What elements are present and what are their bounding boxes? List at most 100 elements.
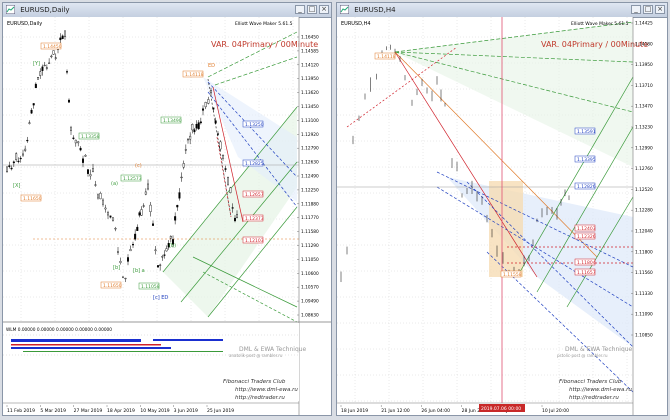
candle-body [131,244,134,246]
candle-body [116,251,119,253]
candle-body [144,191,147,195]
right-chart-window[interactable]: EURUSD,H4 _ □ × 1.14118 1.11558 1.13591 … [336,2,668,416]
left-price-label: 1.12490 [301,174,319,180]
candle-body [126,257,129,262]
box-label: 1.12103 [245,238,264,244]
candle-body [224,168,227,170]
candle-body [111,217,114,222]
candle-body [178,192,181,199]
candle-body [146,183,149,190]
candle-body [28,122,31,124]
candle-body [79,147,82,151]
left-price-label: 1.11580 [301,229,319,235]
box-label: 1.14118 [185,72,204,78]
candle-body [74,139,77,144]
candle-body [207,99,210,104]
candle-body [209,90,212,94]
left-wlm-label: WLM 0.00000 0.00000 0.00000 0.00000 0.00… [6,327,112,333]
wave-label: (a) [111,181,118,187]
candle-body [10,167,13,170]
box-label: 1.13591 [577,129,596,135]
candle-body [104,207,107,210]
left-price-label: 1.14585 [301,48,319,54]
left-price-label: 1.13450 [301,104,319,110]
left-maximize-button[interactable]: □ [307,5,317,14]
left-footer-site2: http://redtrader.ru [235,395,285,401]
box-label: 1.12657 [245,192,264,198]
candle-body [219,141,222,150]
right-date-label: 18 Jun 2019 [341,408,368,414]
left-chart-window[interactable]: EURUSD,Daily _ □ × 1.14450 1.14118 1.116… [2,2,332,416]
candle-body [163,254,166,256]
right-price-label: 1.11330 [635,291,653,297]
left-price-label: 1.12790 [301,146,319,152]
box-label: 1.11058 [141,284,160,290]
candle-body [165,248,168,252]
candle-body [121,276,124,278]
right-window-titlebar[interactable]: EURUSD,H4 _ □ × [337,3,667,18]
candle-body [149,204,152,213]
left-date-label: 27 Mar 2019 [74,408,103,414]
right-footer-site: http://www.dml-ewa.ru [569,387,632,393]
candle-body [189,135,192,140]
right-chart-canvas[interactable]: 1.14118 1.11558 1.13591 1.13395 1.12826 … [337,17,667,415]
left-minimize-button[interactable]: _ [295,5,305,14]
box-label: 1.11804 [577,260,596,266]
right-window-title: EURUSD,H4 [354,6,396,14]
box-label: 1.12825 [245,161,264,167]
candle-body [77,141,80,144]
candle-body [161,256,164,258]
right-maximize-button[interactable]: □ [643,5,653,14]
candle-body [191,124,194,131]
left-date-label: 3 Jun 2019 [174,408,198,414]
left-price-label: 1.14120 [301,62,319,68]
left-price-label: 1.11290 [301,243,319,249]
candle-body [39,71,42,76]
left-window-titlebar[interactable]: EURUSD,Daily _ □ × [3,3,331,18]
right-price-label: 1.12520 [635,187,653,193]
wave-label: (b) [169,243,176,249]
candle-body [182,163,185,168]
box-label: 1.14450 [43,44,62,50]
right-time-axis: 18 Jun 2019 21 Jun 12:00 26 Jun 04:00 28 Ju… [340,405,569,414]
left-price-label: 1.13950 [301,76,319,82]
candle-body [26,139,29,142]
candle-body [129,249,132,252]
right-price-label: 1.14425 [635,21,653,27]
right-date-label: 10 Jul 20:00 [542,408,569,414]
candle-body [37,77,40,80]
right-footer-brand: Fibonacci Traders Club [559,379,622,385]
left-price-label: 1.16450 [301,35,319,41]
box-label: 1.12403 [577,226,596,232]
candle-body [156,265,159,268]
right-price-label: 1.13230 [635,125,653,131]
chart-icon [6,5,15,14]
candle-body [84,155,87,157]
right-date-label: 26 Jun 04:00 [421,408,450,414]
candle-body [54,57,57,59]
candle-body [94,184,97,186]
box-label: 1.12326 [577,234,596,240]
left-price-axis: 1.16450 1.14585 1.14120 1.13950 1.13620 1.134… [297,35,319,319]
candle-body [19,157,22,160]
left-chart-canvas[interactable]: 1.14450 1.14118 1.11650 1.11650 1.13358 … [3,17,331,415]
right-highlight-date: 2019.07.06 00:00 [481,406,521,412]
candle-body [6,166,9,172]
right-price-label: 1.11800 [635,249,653,255]
wave-label: (c) [135,163,142,169]
left-price-label: 1.09490 [301,299,319,305]
candle-body [72,137,75,139]
left-date-label: 25 Jun 2019 [207,408,234,414]
candle-body [124,277,127,280]
candle-body [59,37,62,41]
right-close-button[interactable]: × [655,5,665,14]
left-price-label: 1.13100 [301,118,319,124]
right-minimize-button[interactable]: _ [631,5,641,14]
left-price-label: 1.11050 [301,257,319,263]
right-price-label: 1.13950 [635,62,653,68]
candle-body [235,214,238,218]
candle-body [119,261,122,263]
candle-body [142,205,145,207]
left-close-button[interactable]: × [319,5,329,14]
candle-body [12,161,15,164]
